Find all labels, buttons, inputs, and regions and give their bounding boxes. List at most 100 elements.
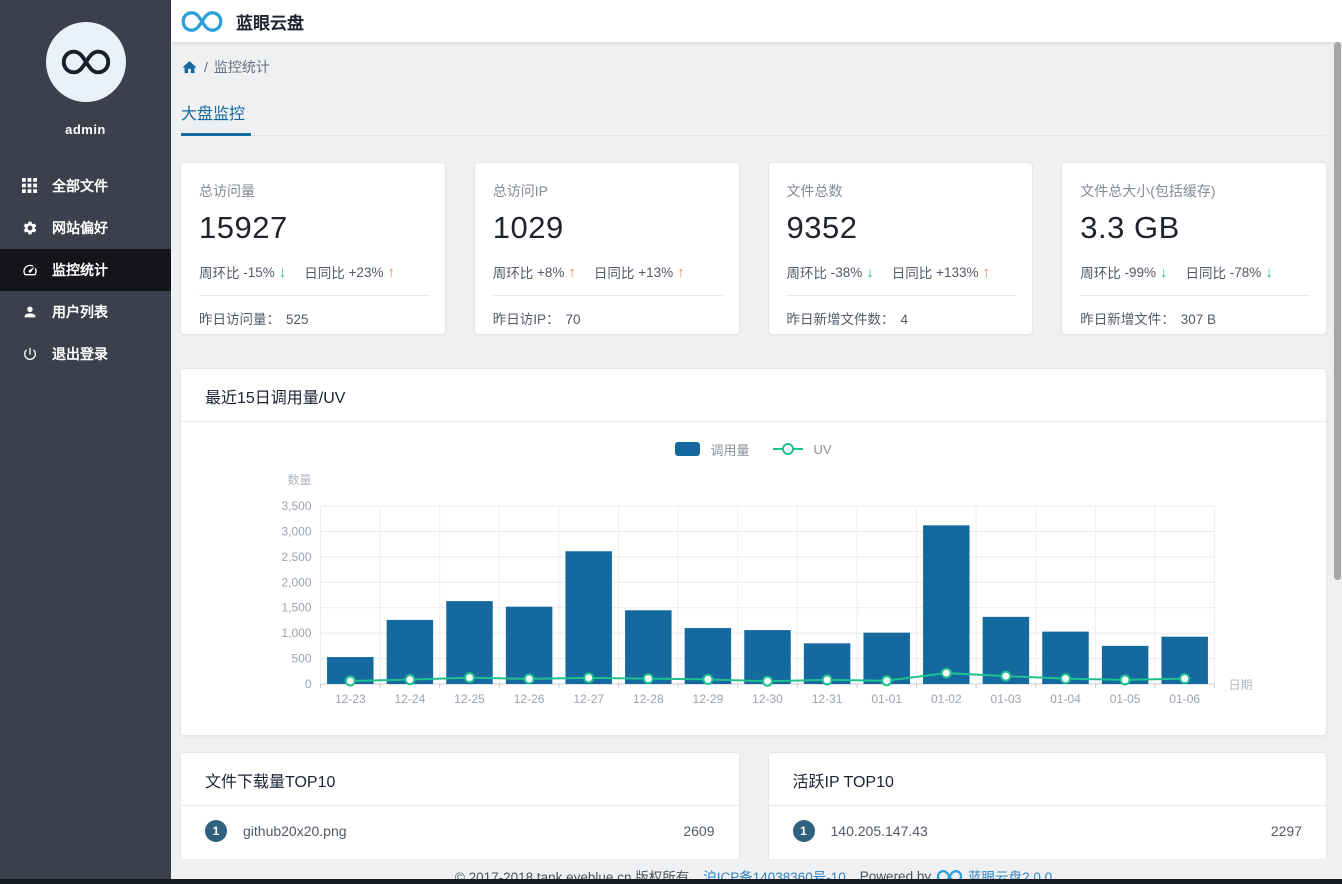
- sidebar-item-label: 全部文件: [52, 178, 108, 194]
- svg-text:3,500: 3,500: [281, 499, 311, 513]
- stat-value: 3.3 GB: [1080, 210, 1180, 245]
- gauge-icon: [22, 262, 38, 278]
- stat-value: 9352: [786, 210, 858, 245]
- list-item-name: 140.205.147.43: [830, 823, 928, 839]
- trend-value: +23%: [348, 264, 384, 280]
- stat-value: 15927: [199, 210, 288, 245]
- svg-text:日期: 日期: [1229, 678, 1253, 692]
- trend-arrow-icon: ↑: [982, 263, 990, 281]
- svg-text:12-24: 12-24: [395, 692, 426, 706]
- svg-text:12-27: 12-27: [573, 692, 604, 706]
- user-icon: [22, 304, 38, 320]
- trend-arrow-icon: ↓: [866, 263, 874, 281]
- breadcrumb-separator: /: [204, 59, 208, 75]
- sidebar-item-preferences[interactable]: 网站偏好: [0, 207, 171, 249]
- stat-bottom-label: 昨日新增文件数：: [786, 312, 895, 327]
- downloads-top10-title: 文件下载量TOP10: [181, 753, 739, 806]
- svg-text:12-26: 12-26: [514, 692, 545, 706]
- legend-bar-swatch[interactable]: [675, 442, 701, 456]
- stat-card-total-visits: 总访问量 15927 周环比 -15% ↓ 日同比 +23% ↑ 昨日访问量： 525: [180, 162, 446, 335]
- trend-value: -38%: [830, 264, 863, 280]
- trend-label: 日同比: [593, 266, 635, 281]
- stat-card-total-size: 文件总大小(包括缓存) 3.3 GB 周环比 -99% ↓ 日同比 -78% ↓ 昨…: [1061, 162, 1327, 335]
- stat-title: 总访问IP: [492, 183, 548, 199]
- sidebar-item-label: 用户列表: [52, 304, 108, 320]
- sidebar-item-users[interactable]: 用户列表: [0, 291, 171, 333]
- chart-card-title: 最近15日调用量/UV: [181, 369, 1326, 422]
- stat-cards-row: 总访问量 15927 周环比 -15% ↓ 日同比 +23% ↑ 昨日访问量： 525…: [180, 162, 1327, 335]
- top-lists-row: 文件下载量TOP10 1 github20x20.png 2609 活跃IP T…: [180, 752, 1327, 859]
- sidebar: admin 全部文件 网站偏好 监控统计 用户列表 退出登录: [0, 0, 171, 884]
- trend-arrow-icon: ↑: [568, 263, 576, 281]
- trend-label: 日同比: [891, 266, 933, 281]
- sidebar-menu: 全部文件 网站偏好 监控统计 用户列表 退出登录: [0, 165, 171, 375]
- svg-text:500: 500: [291, 652, 311, 666]
- sidebar-item-monitoring[interactable]: 监控统计: [0, 249, 171, 291]
- stat-card-total-files: 文件总数 9352 周环比 -38% ↓ 日同比 +133% ↑ 昨日新增文件数： 4: [767, 162, 1034, 335]
- svg-text:12-30: 12-30: [752, 692, 783, 706]
- svg-text:01-04: 01-04: [1050, 692, 1081, 706]
- main-area: 蓝眼云盘 / 监控统计 大盘监控 总访问量 15927 周环比 -15% ↓ 日…: [171, 0, 1342, 884]
- svg-text:01-03: 01-03: [991, 692, 1022, 706]
- svg-text:12-29: 12-29: [693, 692, 724, 706]
- trend-value: -78%: [1229, 264, 1262, 280]
- chart-legend: 调用量 UV: [181, 438, 1326, 460]
- stat-bottom-label: 昨日新增文件：: [1080, 312, 1175, 327]
- svg-text:01-01: 01-01: [871, 692, 902, 706]
- legend-line-swatch[interactable]: [773, 442, 804, 456]
- svg-text:数量: 数量: [287, 472, 311, 487]
- trend-value: -15%: [243, 264, 275, 280]
- trend-label: 周环比: [492, 266, 534, 281]
- list-item: 1 140.205.147.43 2297: [769, 806, 1327, 856]
- trend-label: 日同比: [304, 266, 345, 281]
- app-window: admin 全部文件 网站偏好 监控统计 用户列表 退出登录 蓝眼云盘 / 监控…: [0, 0, 1342, 884]
- list-item: 1 github20x20.png 2609: [181, 806, 739, 856]
- stat-bottom-label: 昨日访IP：: [492, 312, 560, 327]
- svg-text:12-23: 12-23: [335, 692, 366, 706]
- trend-arrow-icon: ↓: [1265, 263, 1273, 281]
- stat-title: 文件总大小(包括缓存): [1080, 183, 1216, 199]
- infinity-logo-icon: [61, 49, 110, 75]
- active-ip-top10-title: 活跃IP TOP10: [768, 753, 1326, 806]
- breadcrumb: / 监控统计: [181, 57, 1327, 77]
- trend-arrow-icon: ↑: [387, 263, 395, 281]
- stat-bottom-label: 昨日访问量：: [199, 312, 280, 327]
- svg-text:2,500: 2,500: [281, 550, 311, 564]
- svg-text:0: 0: [305, 677, 312, 691]
- trend-value: +13%: [638, 264, 674, 280]
- svg-text:12-25: 12-25: [454, 692, 485, 706]
- divider: [492, 295, 723, 296]
- stat-bottom-value: 70: [565, 312, 581, 327]
- sidebar-item-label: 退出登录: [52, 346, 108, 362]
- sidebar-item-logout[interactable]: 退出登录: [0, 333, 171, 375]
- svg-text:12-28: 12-28: [633, 692, 664, 706]
- tab-dashboard-monitor[interactable]: 大盘监控: [181, 100, 251, 136]
- trend-arrow-icon: ↑: [677, 263, 685, 281]
- svg-text:1,500: 1,500: [281, 601, 311, 615]
- uv-chart: 0 500 1,000 1,500 2,000 2,500 3,000 3,500 12-23 1…: [281, 472, 1253, 706]
- username: admin: [65, 122, 106, 137]
- svg-text:01-05: 01-05: [1110, 692, 1141, 706]
- sidebar-item-label: 网站偏好: [52, 220, 108, 236]
- scrollbar-thumb[interactable]: [1334, 42, 1341, 580]
- sidebar-item-label: 监控统计: [52, 262, 108, 278]
- sidebar-item-all-files[interactable]: 全部文件: [0, 165, 171, 207]
- active-ip-top10-card: 活跃IP TOP10 1 140.205.147.43 2297: [767, 752, 1327, 859]
- divider: [1080, 295, 1310, 296]
- avatar[interactable]: [45, 22, 126, 102]
- stat-bottom-value: 4: [900, 312, 909, 327]
- app-logo-icon: [180, 9, 224, 34]
- list-item-value: 2297: [1270, 823, 1302, 839]
- trend-label: 周环比: [199, 266, 240, 281]
- trend-label: 周环比: [1080, 266, 1121, 281]
- svg-text:12-31: 12-31: [812, 692, 843, 706]
- divider: [199, 295, 429, 296]
- grid-icon: [22, 178, 38, 194]
- list-item-name: github20x20.png: [243, 823, 347, 839]
- legend-bar-label[interactable]: 调用量: [710, 440, 749, 459]
- legend-line-label[interactable]: UV: [813, 442, 831, 457]
- app-title: 蓝眼云盘: [236, 13, 304, 33]
- home-icon[interactable]: [181, 59, 198, 76]
- stat-card-total-ip: 总访问IP 1029 周环比 +8% ↑ 日同比 +13% ↑ 昨日访IP： 70: [473, 162, 740, 335]
- top-header: 蓝眼云盘: [171, 0, 1342, 42]
